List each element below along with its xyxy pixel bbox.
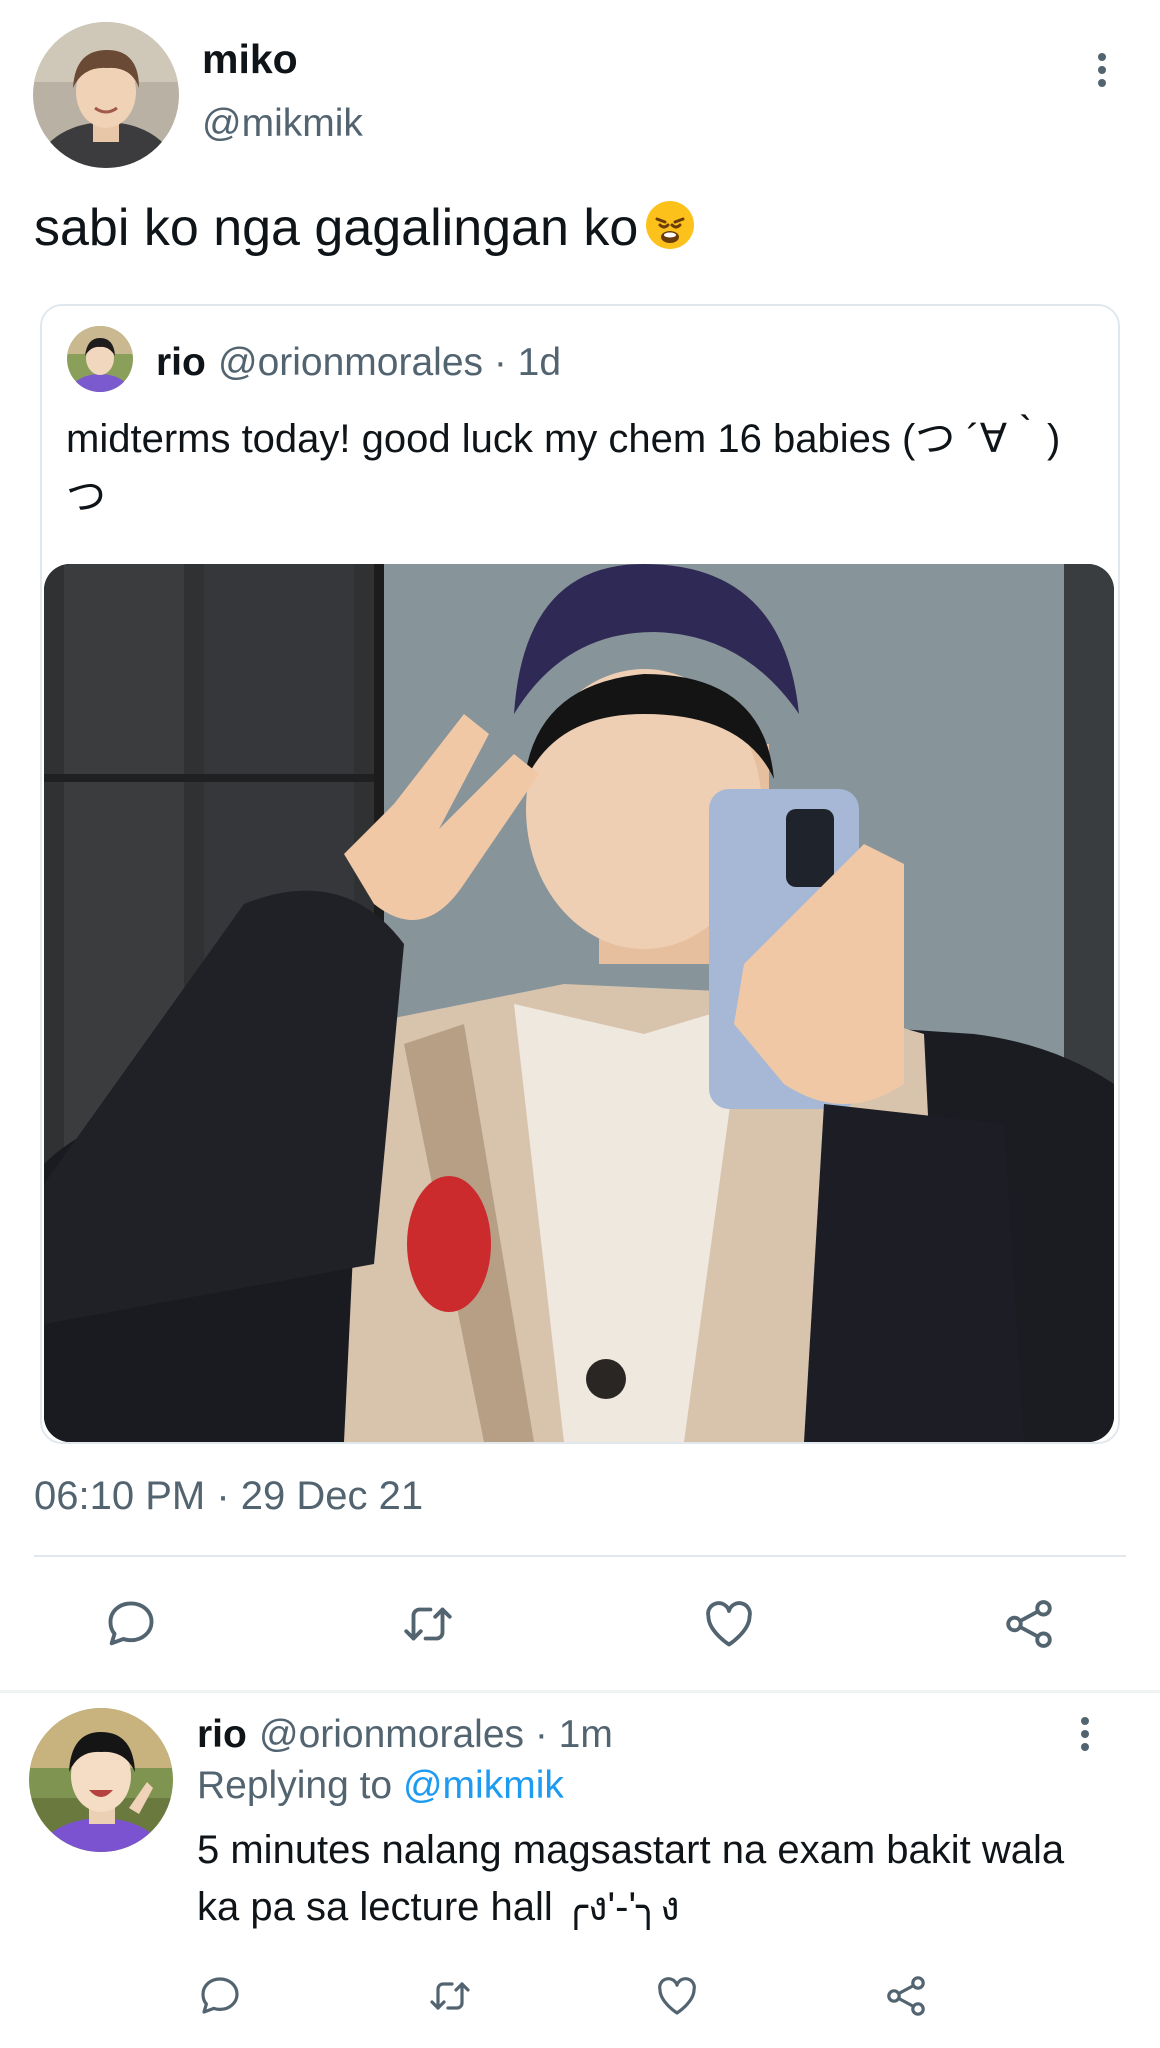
retweet-icon[interactable] [399, 1595, 457, 1653]
main-tweet: miko @mikmik sabi ko nga gagalingan ko r… [0, 0, 1160, 1690]
reply-user-display-name[interactable]: rio [197, 1713, 247, 1757]
user-avatar[interactable] [33, 22, 179, 168]
mirror-selfie-photo[interactable] [44, 564, 1114, 1442]
like-icon[interactable] [653, 1972, 701, 2020]
quoted-tweet-card[interactable]: rio @orionmorales · 1d midterms today! g… [40, 304, 1120, 1444]
reply-icon[interactable] [102, 1595, 160, 1653]
tweet-text: sabi ko nga gagalingan ko [34, 198, 696, 258]
replying-to-label: Replying to [197, 1764, 393, 1807]
more-options-icon[interactable] [1065, 1714, 1105, 1754]
weary-face-emoji [644, 199, 696, 251]
user-handle[interactable]: @mikmik [202, 102, 363, 146]
quoted-user-display-name[interactable]: rio [156, 341, 206, 385]
replying-to-handle-link[interactable]: @mikmik [403, 1764, 564, 1807]
section-divider [0, 1690, 1160, 1693]
retweet-icon[interactable] [426, 1972, 474, 2020]
reply-text: 5 minutes nalang magsastart na exam baki… [197, 1828, 1065, 1929]
quoted-user-avatar[interactable] [67, 326, 133, 392]
share-icon[interactable] [882, 1972, 930, 2020]
reply-user-handle-meta[interactable]: @orionmorales · 1m [259, 1713, 613, 1757]
reply-icon[interactable] [196, 1972, 244, 2020]
more-options-icon[interactable] [1082, 50, 1122, 90]
divider [34, 1555, 1126, 1557]
tweet-text-content: sabi ko nga gagalingan ko [34, 199, 639, 257]
like-icon[interactable] [700, 1595, 758, 1653]
replying-to-line: Replying to @mikmik [197, 1764, 564, 1808]
reply-user-avatar[interactable] [29, 1708, 173, 1852]
tweet-timestamp[interactable]: 06:10 PM · 29 Dec 21 [34, 1474, 423, 1519]
share-icon[interactable] [1000, 1595, 1058, 1653]
user-display-name[interactable]: miko [202, 36, 298, 83]
quoted-user-handle-meta[interactable]: @orionmorales · 1d [218, 341, 561, 385]
quoted-tweet-text: midterms today! good luck my chem 16 bab… [66, 417, 1061, 519]
